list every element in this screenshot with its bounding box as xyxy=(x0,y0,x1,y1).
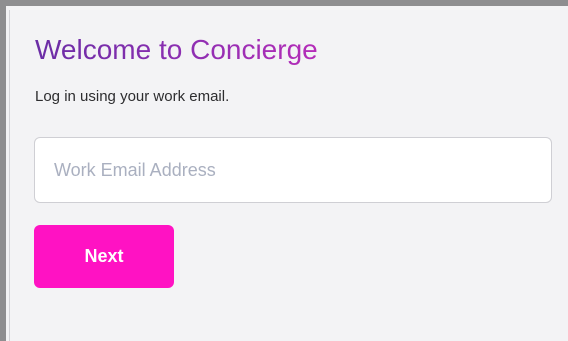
login-panel: Welcome to Concierge Log in using your w… xyxy=(9,10,568,341)
login-instructions: Log in using your work email. xyxy=(35,88,230,105)
email-field[interactable] xyxy=(34,137,552,203)
next-button[interactable]: Next xyxy=(34,225,174,288)
window-frame: Welcome to Concierge Log in using your w… xyxy=(0,0,568,341)
page-title: Welcome to Concierge xyxy=(35,32,318,68)
